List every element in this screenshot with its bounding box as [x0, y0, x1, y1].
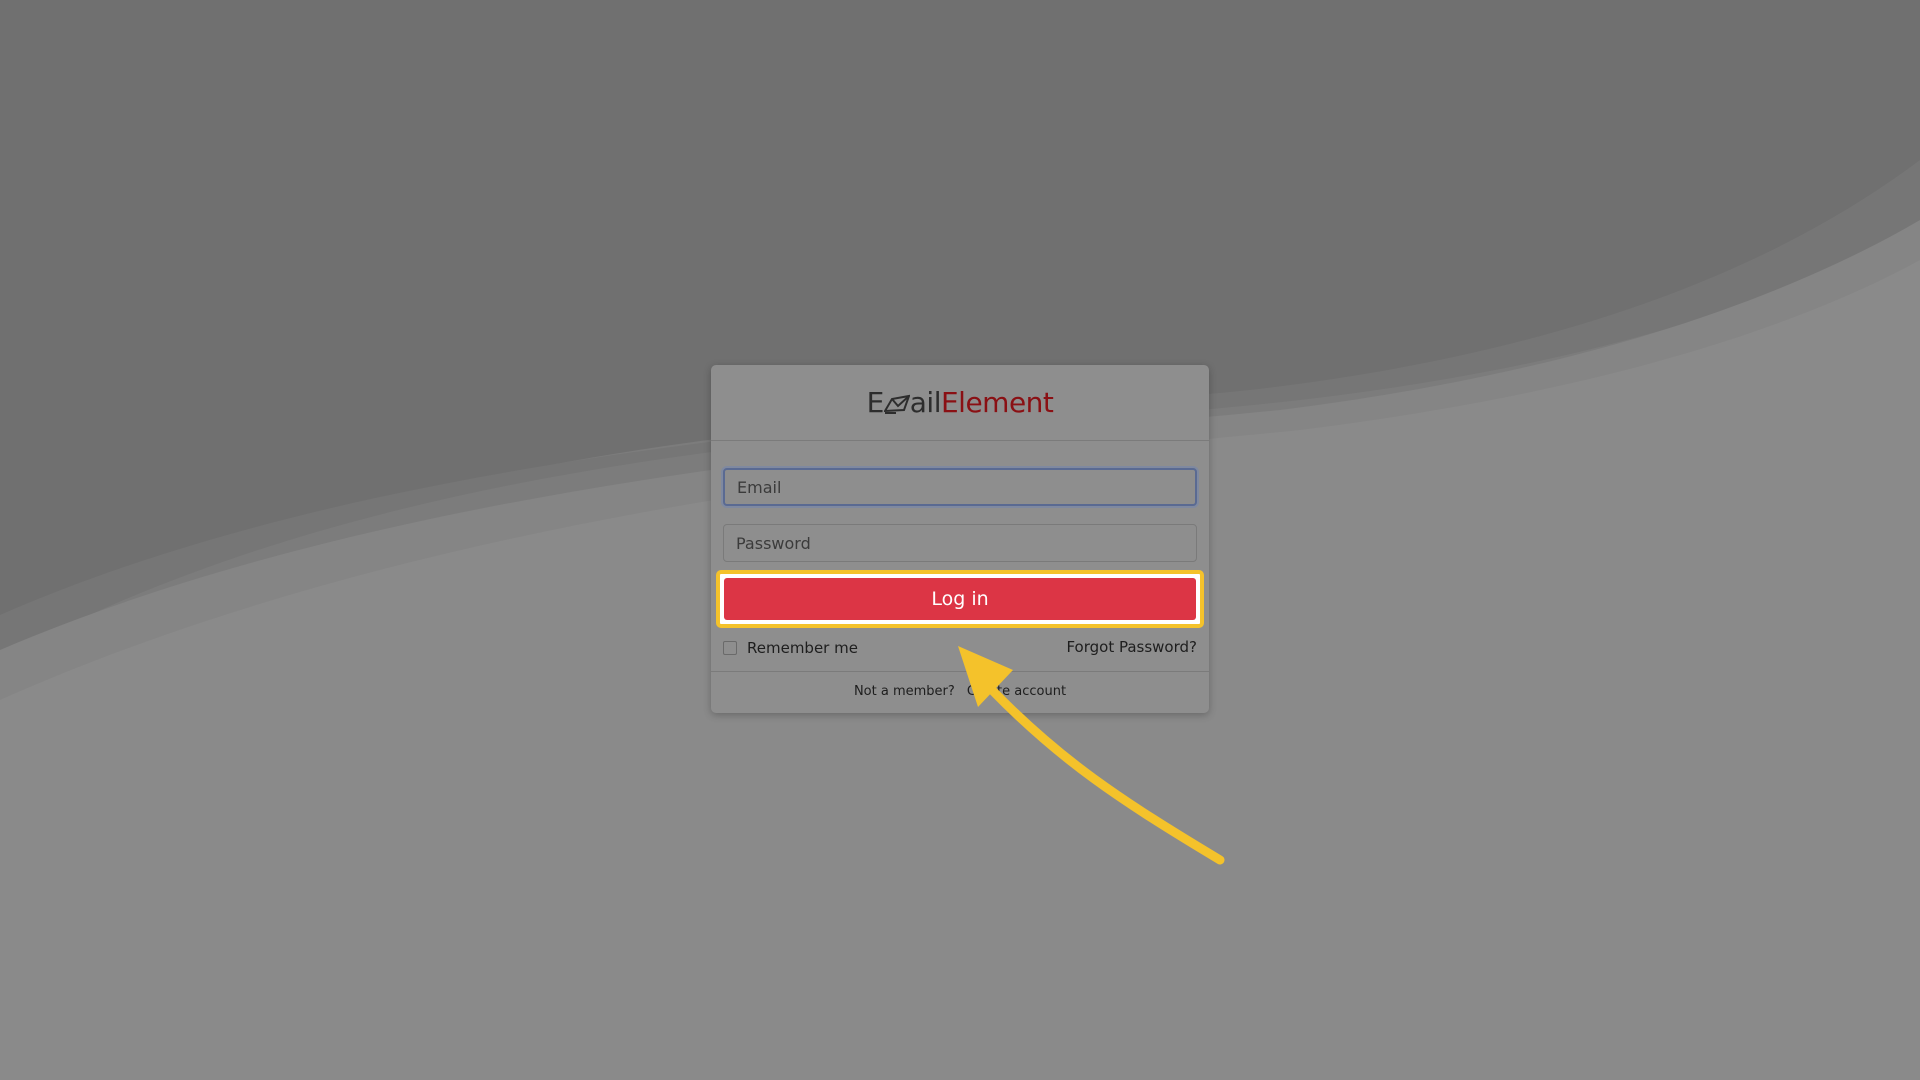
login-highlight-box: Log in — [716, 570, 1204, 628]
remember-me[interactable]: Remember me — [723, 638, 858, 658]
remember-checkbox[interactable] — [723, 641, 737, 655]
card-footer: Not a member? Create account — [711, 671, 1209, 713]
logo-text-element: Element — [940, 386, 1054, 419]
password-input[interactable] — [723, 524, 1197, 562]
login-card: EailElement Log in Remember me Forgot Pa… — [711, 365, 1209, 713]
email-input[interactable] — [723, 468, 1197, 506]
card-header: EailElement — [711, 365, 1209, 441]
footer-prompt: Not a member? — [853, 684, 955, 699]
logo-text-e: E — [866, 386, 885, 419]
remember-label: Remember me — [747, 639, 858, 657]
logo-text-ail: ail — [909, 386, 942, 419]
envelope-icon — [882, 386, 911, 426]
forgot-password-link[interactable]: Forgot Password? — [1066, 638, 1197, 656]
login-button[interactable]: Log in — [724, 578, 1196, 620]
brand-logo: EailElement — [711, 383, 1209, 426]
create-account-link[interactable]: Create account — [967, 684, 1066, 699]
